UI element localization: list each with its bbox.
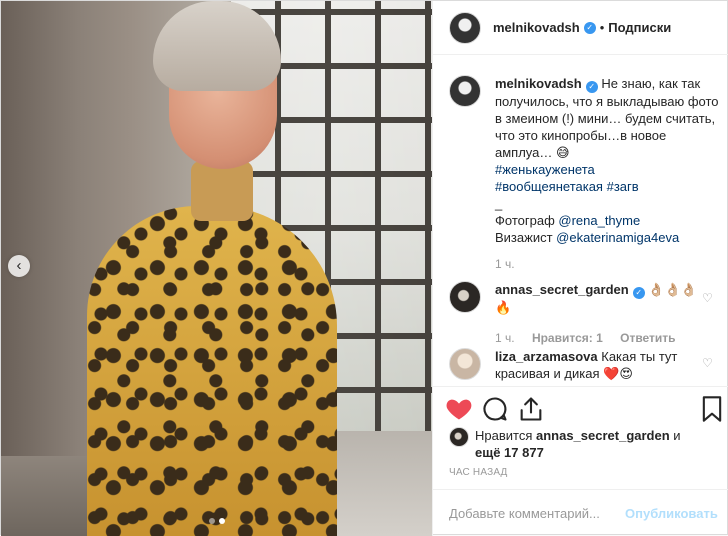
post-comment-button[interactable]: Опубликовать	[625, 506, 718, 521]
comment-username[interactable]: annas_secret_garden	[495, 282, 629, 297]
like-heart-icon[interactable]	[445, 395, 473, 423]
verified-badge-icon: ✓	[632, 287, 645, 299]
caption-dash: _	[495, 196, 503, 211]
likes-text: Нравится annas_secret_garden и ещё 17 87…	[475, 427, 681, 461]
comment-icon[interactable]	[481, 395, 509, 423]
hashtag-2[interactable]: #вообщеянетакая #загв	[495, 178, 725, 195]
caption-meta: 1 ч.	[495, 256, 725, 273]
commenter-avatar[interactable]	[449, 281, 481, 313]
comment-body: liza_arzamasova Какая ты тут красивая и …	[495, 348, 710, 382]
like-comment-icon[interactable]: ♡	[702, 291, 714, 305]
comment-likes[interactable]: Нравится: 1	[532, 331, 603, 345]
comment-input[interactable]	[449, 505, 625, 521]
carousel-prev-button[interactable]: ‹	[8, 255, 30, 277]
comment-item: annas_secret_garden ✓ 👌🏼👌🏼👌🏼🔥 1 ч. Нравит…	[449, 281, 710, 347]
makeup-label: Визажист	[495, 230, 557, 245]
hashtag-3[interactable]: #загв	[603, 179, 639, 194]
liker-username[interactable]: annas_secret_garden	[536, 428, 670, 443]
post-panel: melnikovadsh ✓ • Подписки melnikovadsh ✓ …	[432, 1, 728, 536]
verified-badge-icon: ✓	[583, 21, 596, 34]
add-comment-bar: Опубликовать	[433, 489, 728, 536]
caption-body: melnikovadsh ✓ Не знаю, как так получилос…	[495, 75, 725, 273]
photographer-mention[interactable]: @rena_thyme	[558, 213, 640, 228]
post-timestamp[interactable]: час назад	[449, 467, 508, 478]
caption: melnikovadsh ✓ Не знаю, как так получилос…	[449, 75, 725, 273]
likes-count[interactable]: ещё 17 877	[475, 445, 544, 460]
makeup-mention[interactable]: @ekaterinamiga4eva	[556, 230, 679, 245]
likes-prefix: Нравится	[475, 428, 536, 443]
header-separator: •	[599, 20, 605, 35]
author-avatar[interactable]	[449, 11, 481, 44]
follow-button[interactable]: Подписки	[608, 20, 671, 35]
comment-item: liza_arzamasova Какая ты тут красивая и …	[449, 348, 710, 382]
caption-time[interactable]: 1 ч.	[495, 257, 515, 271]
author-username[interactable]: melnikovadsh	[493, 20, 580, 35]
post-header: melnikovadsh ✓ • Подписки	[433, 1, 728, 55]
reply-button[interactable]: Ответить	[620, 331, 675, 345]
comment-time[interactable]: 1 ч.	[495, 331, 515, 345]
caption-username[interactable]: melnikovadsh	[495, 76, 582, 91]
photo-neck	[191, 161, 253, 221]
save-bookmark-icon[interactable]	[698, 395, 726, 423]
post-modal: ‹ melnikovadsh ✓ • Подписки melnikovadsh…	[0, 0, 728, 536]
share-icon[interactable]	[517, 395, 545, 423]
carousel-dots	[1, 518, 432, 524]
action-bar	[433, 386, 728, 432]
photographer-line: Фотограф @rena_thyme	[495, 212, 725, 229]
post-photo[interactable]: ‹	[1, 1, 432, 536]
likes-summary: Нравится annas_secret_garden и ещё 17 87…	[449, 427, 719, 461]
carousel-dot	[208, 518, 215, 524]
comments-list[interactable]: melnikovadsh ✓ Не знаю, как так получилос…	[433, 55, 728, 386]
caption-avatar[interactable]	[449, 75, 481, 107]
like-comment-icon[interactable]: ♡	[702, 356, 714, 370]
comment-body: annas_secret_garden ✓ 👌🏼👌🏼👌🏼🔥 1 ч. Нравит…	[495, 281, 710, 347]
hashtag-1[interactable]: #женькауженета	[495, 161, 725, 178]
makeup-line: Визажист @ekaterinamiga4eva	[495, 229, 725, 246]
carousel-dot-active	[218, 518, 225, 524]
comment-username[interactable]: liza_arzamasova	[495, 349, 598, 364]
photo-dress	[87, 206, 337, 536]
comment-meta: 1 ч. Нравится: 1 Ответить	[495, 330, 710, 347]
commenter-avatar[interactable]	[449, 348, 481, 380]
verified-badge-icon: ✓	[585, 81, 598, 93]
photographer-label: Фотограф	[495, 213, 559, 228]
likes-connector: и	[669, 428, 681, 443]
liker-avatar[interactable]	[449, 427, 469, 447]
